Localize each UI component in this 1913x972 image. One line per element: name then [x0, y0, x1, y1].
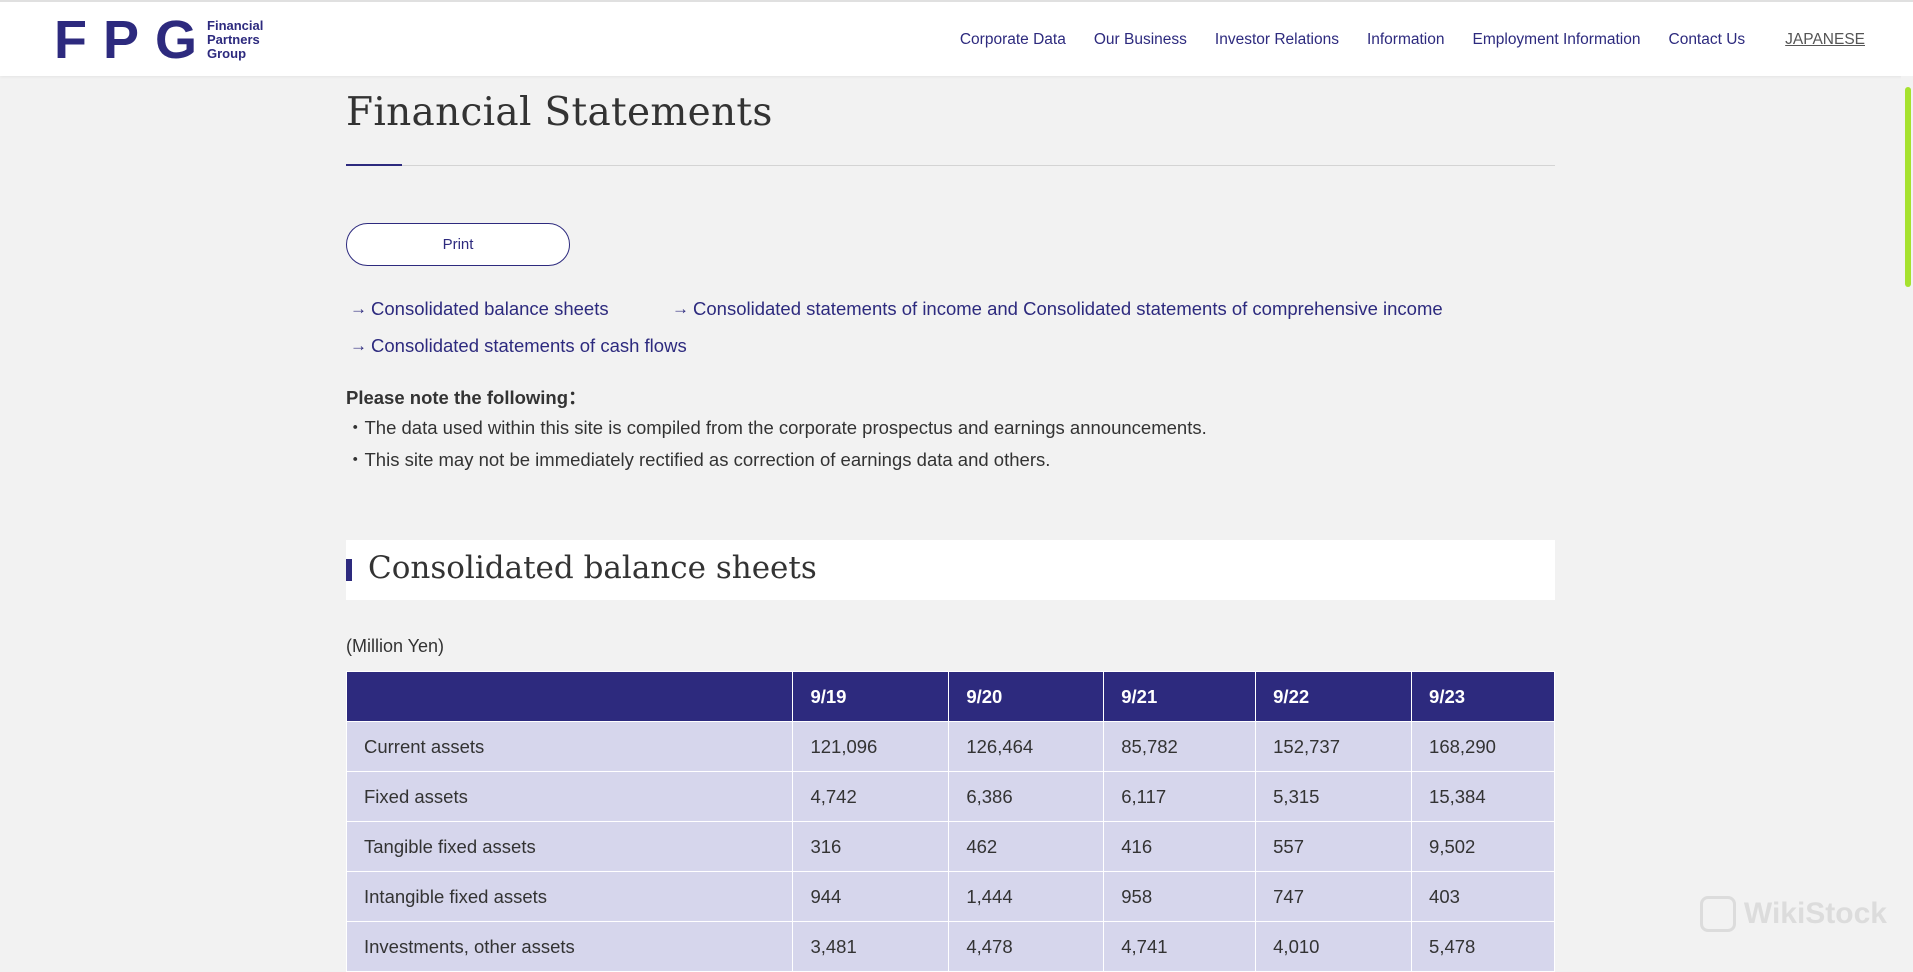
- table-row: Current assets 121,096 126,464 85,782 15…: [345, 721, 1555, 772]
- table-cell: 126,464: [948, 721, 1105, 772]
- nav-corporate-data[interactable]: Corporate Data: [960, 31, 1066, 49]
- table-header-cell: 9/20: [948, 671, 1105, 722]
- wikistock-watermark: WikiStock: [1699, 896, 1887, 932]
- table-row: Intangible fixed assets 944 1,444 958 74…: [345, 871, 1555, 922]
- nav-investor-relations[interactable]: Investor Relations: [1215, 31, 1339, 49]
- table-header-cell: 9/22: [1255, 671, 1413, 722]
- table-header-cell: [345, 671, 794, 722]
- row-label-cell: Intangible fixed assets: [345, 871, 794, 922]
- anchor-link-label: Consolidated statements of cash flows: [371, 335, 687, 356]
- unit-label: (Million Yen): [346, 636, 445, 656]
- print-button[interactable]: Print: [346, 223, 570, 266]
- table-cell: 15,384: [1411, 771, 1555, 822]
- table-row: Investments, other assets 3,481 4,478 4,…: [345, 921, 1555, 972]
- row-label-cell: Fixed assets: [345, 771, 794, 822]
- table-cell: 152,737: [1255, 721, 1413, 772]
- site-header: FPG Financial Partners Group Corporate D…: [0, 0, 1913, 76]
- table-row: Fixed assets 4,742 6,386 6,117 5,315 15,…: [345, 771, 1555, 822]
- row-label-cell: Investments, other assets: [345, 921, 794, 972]
- logo-line: Financial: [207, 18, 264, 33]
- anchor-link-label: Consolidated statements of income and Co…: [693, 298, 1443, 319]
- watermark-text: WikiStock: [1743, 897, 1887, 930]
- arrow-right-icon: →: [350, 336, 367, 355]
- table-header-cell: 9/19: [792, 671, 950, 722]
- language-switch-japanese[interactable]: JAPANESE: [1785, 31, 1865, 49]
- table-cell: 557: [1255, 821, 1413, 872]
- balance-sheet-table: 9/19 9/20 9/21 9/22 9/23 Current assets …: [345, 671, 1555, 972]
- table-cell: 9,502: [1411, 821, 1555, 872]
- table-cell: 85,782: [1103, 721, 1257, 772]
- arrow-right-icon: →: [350, 299, 367, 318]
- nav-information[interactable]: Information: [1367, 31, 1445, 49]
- page-title: Financial Statements: [346, 90, 773, 135]
- nav-contact-us[interactable]: Contact Us: [1669, 31, 1746, 49]
- table-cell: 121,096: [792, 721, 950, 772]
- table-cell: 316: [792, 821, 950, 872]
- table-cell: 958: [1103, 871, 1257, 922]
- row-label-cell: Current assets: [345, 721, 794, 772]
- table-cell: 403: [1411, 871, 1555, 922]
- table-cell: 747: [1255, 871, 1413, 922]
- nav-employment-information[interactable]: Employment Information: [1473, 31, 1641, 49]
- table-cell: 416: [1103, 821, 1257, 872]
- table-header-row: 9/19 9/20 9/21 9/22 9/23: [345, 671, 1555, 722]
- table-row: Tangible fixed assets 316 462 416 557 9,…: [345, 821, 1555, 872]
- table-header-cell: 9/23: [1411, 671, 1555, 722]
- table-cell: 462: [948, 821, 1105, 872]
- anchor-link-label: Consolidated balance sheets: [371, 298, 609, 319]
- anchor-link-balance-sheets[interactable]: → Consolidated balance sheets: [350, 298, 609, 320]
- section-accent-bar: [346, 559, 352, 581]
- logo-subtitle: Financial Partners Group: [207, 19, 263, 61]
- fpg-logo[interactable]: FPG Financial Partners Group: [54, 10, 263, 70]
- table-cell: 4,741: [1103, 921, 1257, 972]
- table-cell: 4,010: [1255, 921, 1413, 972]
- anchor-link-statements-of-income[interactable]: → Consolidated statements of income and …: [672, 298, 1443, 320]
- nav-our-business[interactable]: Our Business: [1094, 31, 1187, 49]
- title-accent-bar: [346, 164, 402, 166]
- table-cell: 5,315: [1255, 771, 1413, 822]
- table-cell: 1,444: [948, 871, 1105, 922]
- notes-title: Please note the following：: [346, 387, 587, 408]
- table-cell: 6,386: [948, 771, 1105, 822]
- section-heading-text: Consolidated balance sheets: [368, 550, 817, 586]
- logo-line: Group: [207, 46, 247, 61]
- note-item: ・The data used within this site is compi…: [346, 417, 1207, 438]
- watermark-logo-icon: [1699, 896, 1736, 932]
- arrow-right-icon: →: [672, 299, 689, 318]
- table-header-cell: 9/21: [1103, 671, 1257, 722]
- scrollbar-thumb[interactable]: [1905, 87, 1911, 287]
- table-cell: 6,117: [1103, 771, 1257, 822]
- main-nav: Corporate Data Our Business Investor Rel…: [932, 2, 1865, 78]
- row-label-cell: Tangible fixed assets: [345, 821, 794, 872]
- logo-mark: FPG: [54, 10, 214, 70]
- table-cell: 944: [792, 871, 950, 922]
- logo-line: Partners: [207, 32, 260, 47]
- table-cell: 3,481: [792, 921, 950, 972]
- table-cell: 5,478: [1411, 921, 1555, 972]
- table-cell: 168,290: [1411, 721, 1555, 772]
- title-divider: [346, 165, 1555, 166]
- note-item: ・This site may not be immediately rectif…: [346, 449, 1051, 470]
- anchor-link-cash-flows[interactable]: → Consolidated statements of cash flows: [350, 335, 687, 357]
- table-cell: 4,478: [948, 921, 1105, 972]
- section-heading-balance-sheets: Consolidated balance sheets: [346, 540, 1555, 600]
- table-cell: 4,742: [792, 771, 950, 822]
